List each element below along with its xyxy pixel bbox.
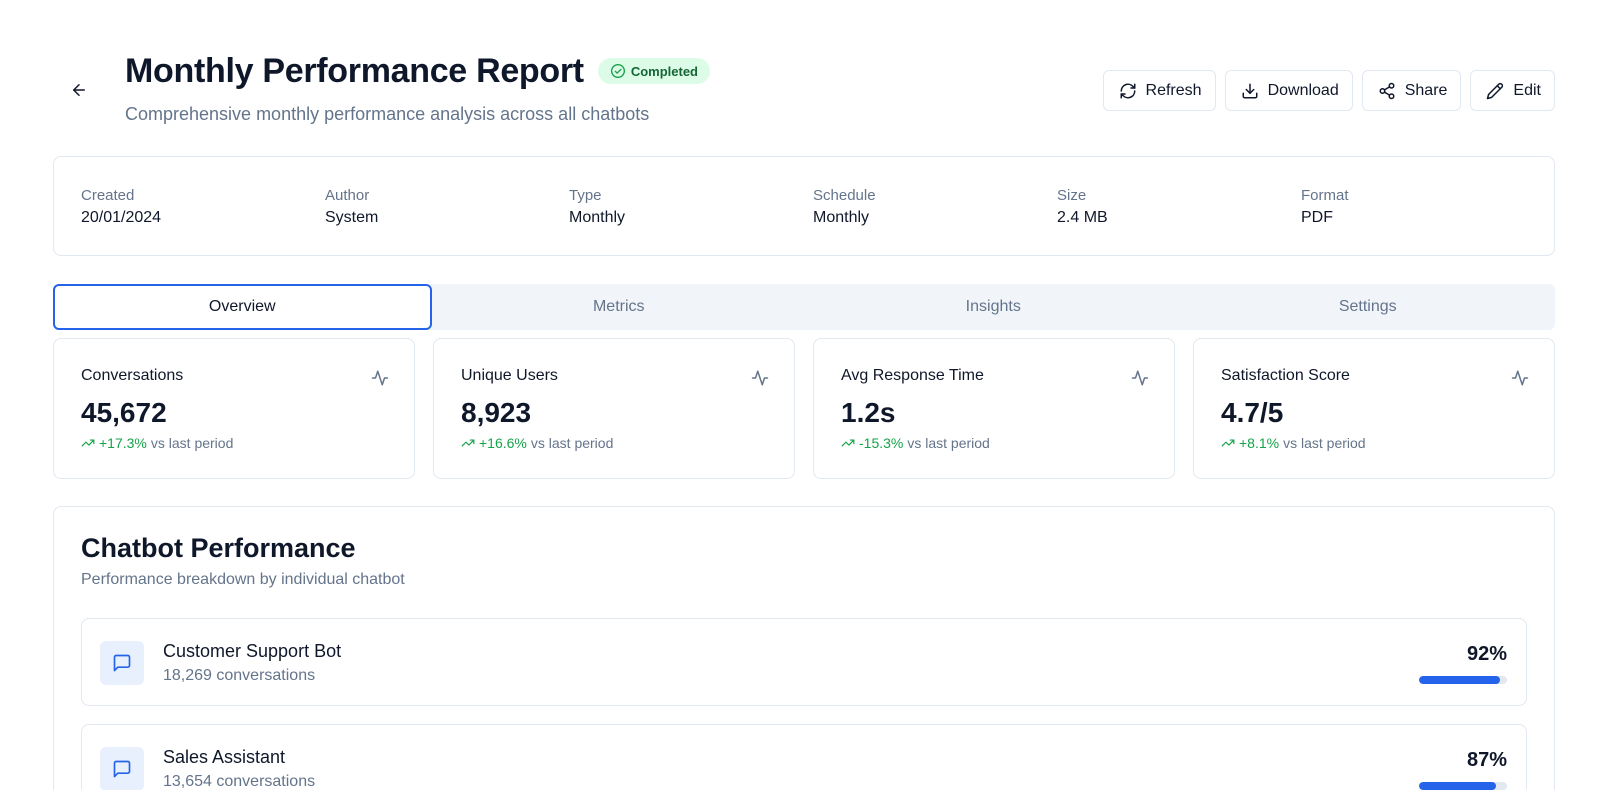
meta-created: Created 20/01/2024 <box>81 186 161 229</box>
meta-format: Format PDF <box>1301 186 1349 229</box>
report-tabs: Overview Metrics Insights Settings <box>53 284 1555 330</box>
page-subtitle: Comprehensive monthly performance analys… <box>125 104 650 124</box>
tab-metrics[interactable]: Metrics <box>432 284 807 330</box>
stat-card-conversations: Conversations 45,672 +17.3% vs last peri… <box>53 338 415 479</box>
trending-up-icon <box>81 439 95 447</box>
stat-value: 8,923 <box>461 397 532 428</box>
stat-card-satisfaction-score: Satisfaction Score 4.7/5 +8.1% vs last p… <box>1193 338 1555 479</box>
chat-bubble-icon <box>100 641 144 685</box>
download-label: Download <box>1267 81 1339 99</box>
stat-change-percent: +8.1% <box>1239 435 1280 451</box>
meta-label: Size <box>1057 187 1087 204</box>
refresh-icon <box>1120 83 1136 98</box>
stat-label: Satisfaction Score <box>1221 367 1350 384</box>
bot-name: Customer Support Bot <box>163 641 342 661</box>
list-item[interactable]: Customer Support Bot 18,269 conversation… <box>81 618 1527 706</box>
arrow-left-icon <box>73 84 85 96</box>
stat-change-percent: -15.3% <box>859 435 904 451</box>
refresh-label: Refresh <box>1145 81 1202 99</box>
action-toolbar: Refresh Download Share Edit <box>1102 70 1555 111</box>
download-button[interactable]: Download <box>1224 70 1353 111</box>
section-title: Chatbot Performance <box>81 533 356 563</box>
tab-settings[interactable]: Settings <box>1181 284 1556 330</box>
meta-type: Type Monthly <box>569 186 625 229</box>
meta-value: Monthly <box>569 209 626 226</box>
bot-score: 92% <box>1466 643 1507 665</box>
score-progress-bar <box>1419 782 1507 790</box>
status-badge: Completed <box>597 58 710 84</box>
stat-value: 1.2s <box>841 397 896 428</box>
meta-value: System <box>325 209 379 226</box>
meta-value: 20/01/2024 <box>81 209 162 226</box>
stat-change-percent: +17.3% <box>99 435 147 451</box>
tab-overview[interactable]: Overview <box>53 284 432 330</box>
status-text: Completed <box>630 63 698 79</box>
activity-icon <box>1511 370 1529 386</box>
share-button[interactable]: Share <box>1361 70 1462 111</box>
meta-value: Monthly <box>813 209 870 226</box>
stat-change-suffix: vs last period <box>150 435 234 451</box>
score-progress-bar <box>1419 676 1507 684</box>
section-subtitle: Performance breakdown by individual chat… <box>81 571 405 588</box>
meta-label: Format <box>1301 187 1349 204</box>
stat-card-avg-response-time: Avg Response Time 1.2s -15.3% vs last pe… <box>813 338 1175 479</box>
meta-label: Author <box>325 187 370 204</box>
stat-value: 45,672 <box>81 397 167 428</box>
stat-change-suffix: vs last period <box>1283 435 1366 451</box>
meta-label: Schedule <box>813 187 876 204</box>
activity-icon <box>1131 370 1149 386</box>
stat-change-suffix: vs last period <box>907 435 990 451</box>
stat-label: Conversations <box>81 367 184 384</box>
tab-insights[interactable]: Insights <box>806 284 1181 330</box>
bot-conversations: 13,654 conversations <box>163 773 316 790</box>
stat-change-percent: +16.6% <box>479 435 527 451</box>
check-circle-icon <box>610 64 625 78</box>
stat-change: +17.3% vs last period <box>81 435 233 451</box>
share-icon <box>1379 82 1395 99</box>
meta-author: Author System <box>325 186 378 229</box>
bot-conversations: 18,269 conversations <box>163 667 316 684</box>
meta-label: Created <box>81 187 135 204</box>
edit-button[interactable]: Edit <box>1470 70 1555 111</box>
stat-change: +8.1% vs last period <box>1221 435 1366 451</box>
stat-card-unique-users: Unique Users 8,923 +16.6% vs last period <box>433 338 795 479</box>
meta-value: 2.4 MB <box>1057 209 1108 226</box>
chat-bubble-icon <box>100 747 144 790</box>
stat-change-suffix: vs last period <box>530 435 614 451</box>
list-item[interactable]: Sales Assistant 13,654 conversations 87% <box>81 724 1527 790</box>
score-progress-fill <box>1419 782 1496 790</box>
score-progress-fill <box>1419 676 1500 684</box>
share-label: Share <box>1404 81 1448 99</box>
report-metadata: Created 20/01/2024 Author System Type Mo… <box>53 156 1555 256</box>
page-title: Monthly Performance Report <box>125 52 584 90</box>
meta-size: Size 2.4 MB <box>1057 186 1108 229</box>
stat-label: Unique Users <box>461 367 558 384</box>
trending-up-icon <box>461 439 475 447</box>
pencil-icon <box>1487 82 1504 99</box>
meta-label: Type <box>569 187 602 204</box>
download-icon <box>1242 83 1258 98</box>
bot-name: Sales Assistant <box>163 747 286 767</box>
title-block: Monthly Performance Report Completed Com… <box>125 48 710 125</box>
edit-label: Edit <box>1513 81 1541 99</box>
bot-score: 87% <box>1466 749 1507 771</box>
report-header: Monthly Performance Report Completed Com… <box>53 48 1555 128</box>
meta-schedule: Schedule Monthly <box>813 186 876 229</box>
refresh-button[interactable]: Refresh <box>1102 70 1216 111</box>
back-button[interactable] <box>67 78 91 102</box>
meta-value: PDF <box>1301 209 1333 226</box>
chatbot-performance-card: Chatbot Performance Performance breakdow… <box>53 506 1555 790</box>
activity-icon <box>751 370 769 386</box>
trending-up-icon <box>841 439 855 447</box>
stat-label: Avg Response Time <box>841 367 984 384</box>
activity-icon <box>371 370 389 386</box>
stat-change: +16.6% vs last period <box>461 435 613 451</box>
trending-up-icon <box>1221 439 1235 447</box>
stat-change: -15.3% vs last period <box>841 435 990 451</box>
stat-value: 4.7/5 <box>1221 397 1284 428</box>
